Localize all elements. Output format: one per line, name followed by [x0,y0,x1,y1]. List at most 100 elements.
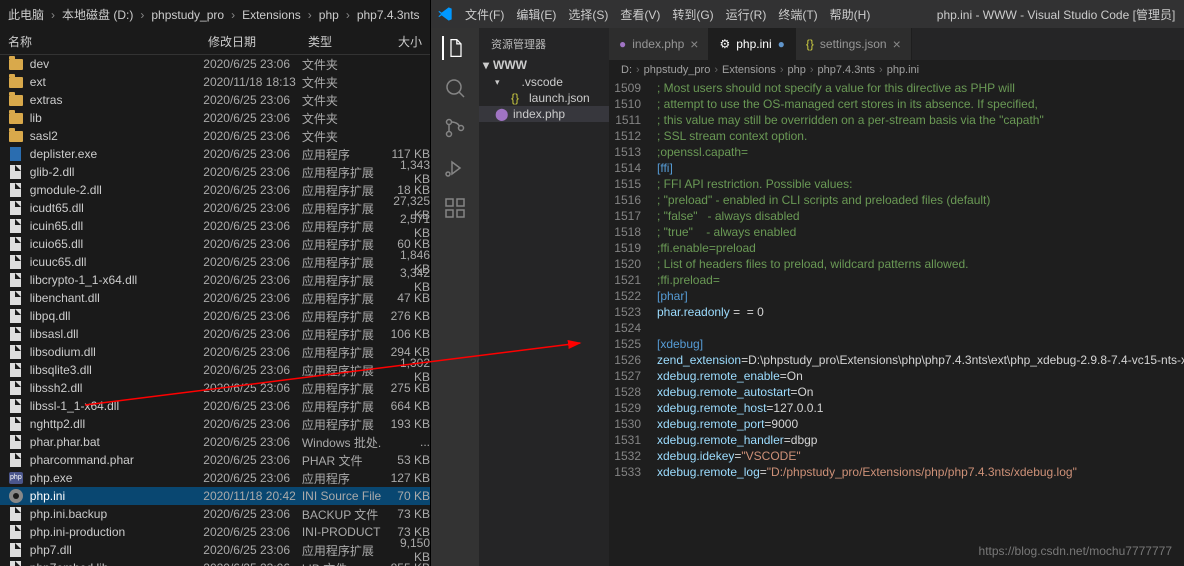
col-date[interactable]: 修改日期 [200,33,300,50]
file-row[interactable]: icuuc65.dll2020/6/25 23:06应用程序扩展1,846 KB [0,253,430,271]
menu-item[interactable]: 文件(F) [459,6,510,23]
file-row[interactable]: icuin65.dll2020/6/25 23:06应用程序扩展2,571 KB [0,217,430,235]
code-line[interactable]: 1526zend_extension=D:\phpstudy_pro\Exten… [609,352,1184,368]
crumb-item[interactable]: php7.4.3nts [818,64,876,76]
file-row[interactable]: icudt65.dll2020/6/25 23:06应用程序扩展27,325 K… [0,199,430,217]
file-row[interactable]: lib2020/6/25 23:06文件夹 [0,109,430,127]
breadcrumb-item[interactable]: phpstudy_pro [151,8,224,22]
code-line[interactable]: 1528xdebug.remote_autostart=On [609,384,1184,400]
code-line[interactable]: 1522[phar] [609,288,1184,304]
file-row[interactable]: phpphp.exe2020/6/25 23:06应用程序127 KB [0,469,430,487]
file-row[interactable]: icuio65.dll2020/6/25 23:06应用程序扩展60 KB [0,235,430,253]
file-row[interactable]: sasl22020/6/25 23:06文件夹 [0,127,430,145]
file-row[interactable]: ext2020/11/18 18:13文件夹 [0,73,430,91]
search-icon[interactable] [443,76,467,100]
file-type: 应用程序扩展 [302,218,381,235]
file-row[interactable]: php.ini.backup2020/6/25 23:06BACKUP 文件73… [0,505,430,523]
menu-item[interactable]: 帮助(H) [824,6,877,23]
editor-breadcrumb[interactable]: D:›phpstudy_pro›Extensions›php›php7.4.3n… [609,60,1184,80]
code-line[interactable]: 1510; attempt to use the OS-managed cert… [609,96,1184,112]
crumb-item[interactable]: php.ini [887,64,919,76]
menu-item[interactable]: 终端(T) [772,6,823,23]
code-line[interactable]: 1518; "true" - always enabled [609,224,1184,240]
file-row[interactable]: gmodule-2.dll2020/6/25 23:06应用程序扩展18 KB [0,181,430,199]
menu-item[interactable]: 选择(S) [562,6,614,23]
editor-tab[interactable]: ●index.php× [609,28,709,60]
code-line[interactable]: 1514[ffi] [609,160,1184,176]
file-row[interactable]: libcrypto-1_1-x64.dll2020/6/25 23:06应用程序… [0,271,430,289]
code-line[interactable]: 1529xdebug.remote_host=127.0.0.1 [609,400,1184,416]
code-line[interactable]: 1517; "false" - always disabled [609,208,1184,224]
code-editor[interactable]: 1509; Most users should not specify a va… [609,80,1184,566]
file-row[interactable]: libpq.dll2020/6/25 23:06应用程序扩展276 KB [0,307,430,325]
col-type[interactable]: 类型 [300,33,380,50]
sidebar-item[interactable]: ⬤index.php [479,106,609,122]
file-row[interactable]: php7.dll2020/6/25 23:06应用程序扩展9,150 KB [0,541,430,559]
file-row[interactable]: php.ini2020/11/18 20:42INI Source File70… [0,487,430,505]
breadcrumb[interactable]: 此电脑›本地磁盘 (D:)›phpstudy_pro›Extensions›ph… [0,0,430,29]
file-row[interactable]: libsqlite3.dll2020/6/25 23:06应用程序扩展1,302… [0,361,430,379]
workspace-root[interactable]: ▾WWW [479,56,609,74]
crumb-item[interactable]: phpstudy_pro [644,64,711,76]
file-row[interactable]: extras2020/6/25 23:06文件夹 [0,91,430,109]
file-row[interactable]: libsasl.dll2020/6/25 23:06应用程序扩展106 KB [0,325,430,343]
column-headers[interactable]: 名称 修改日期 类型 大小 [0,29,430,55]
sidebar-item[interactable]: ▾.vscode [479,74,609,90]
file-row[interactable]: pharcommand.phar2020/6/25 23:06PHAR 文件53… [0,451,430,469]
col-name[interactable]: 名称 [0,33,200,50]
code-line[interactable]: 1516; "preload" - enabled in CLI scripts… [609,192,1184,208]
file-row[interactable]: libsodium.dll2020/6/25 23:06应用程序扩展294 KB [0,343,430,361]
editor-tab[interactable]: {}settings.json× [796,28,912,60]
file-row[interactable]: libenchant.dll2020/6/25 23:06应用程序扩展47 KB [0,289,430,307]
code-line[interactable]: 1530xdebug.remote_port=9000 [609,416,1184,432]
code-line[interactable]: 1509; Most users should not specify a va… [609,80,1184,96]
close-icon[interactable]: × [690,36,698,52]
code-line[interactable]: 1511; this value may still be overridden… [609,112,1184,128]
breadcrumb-item[interactable]: 此电脑 [8,6,44,23]
code-line[interactable]: 1533xdebug.remote_log="D:/phpstudy_pro/E… [609,464,1184,480]
code-line[interactable]: 1519;ffi.enable=preload [609,240,1184,256]
code-line[interactable]: 1525[xdebug] [609,336,1184,352]
file-row[interactable]: php7embed.lib2020/6/25 23:06LIB 文件855 KB [0,559,430,566]
editor-tab[interactable]: ⚙php.ini● [709,28,795,60]
file-row[interactable]: libssh2.dll2020/6/25 23:06应用程序扩展275 KB [0,379,430,397]
breadcrumb-item[interactable]: php7.4.3nts [357,8,420,22]
col-size[interactable]: 大小 [380,33,430,50]
crumb-item[interactable]: php [788,64,806,76]
file-row[interactable]: dev2020/6/25 23:06文件夹 [0,55,430,73]
file-row[interactable]: deplister.exe2020/6/25 23:06应用程序117 KB [0,145,430,163]
menu-item[interactable]: 编辑(E) [510,6,562,23]
sidebar-item[interactable]: {}launch.json [479,90,609,106]
menu-item[interactable]: 转到(G) [666,6,719,23]
menu-item[interactable]: 查看(V) [614,6,666,23]
code-line[interactable]: 1532xdebug.idekey="VSCODE" [609,448,1184,464]
debug-icon[interactable] [443,156,467,180]
code-line[interactable]: 1520; List of headers files to preload, … [609,256,1184,272]
close-icon[interactable]: × [893,36,901,52]
code-line[interactable]: 1513;openssl.capath= [609,144,1184,160]
scm-icon[interactable] [443,116,467,140]
file-date: 2020/6/25 23:06 [203,147,302,161]
file-row[interactable]: nghttp2.dll2020/6/25 23:06应用程序扩展193 KB [0,415,430,433]
code-line[interactable]: 1521;ffi.preload= [609,272,1184,288]
file-row[interactable]: phar.phar.bat2020/6/25 23:06Windows 批处..… [0,433,430,451]
file-row[interactable]: php.ini-production2020/6/25 23:06INI-PRO… [0,523,430,541]
code-line[interactable]: 1523phar.readonly = = 0 [609,304,1184,320]
extensions-icon[interactable] [443,196,467,220]
line-number: 1510 [609,96,657,112]
code-line[interactable]: 1515; FFI API restriction. Possible valu… [609,176,1184,192]
code-line[interactable]: 1524 [609,320,1184,336]
files-icon[interactable] [442,36,466,60]
breadcrumb-item[interactable]: php [319,8,339,22]
file-row[interactable]: libssl-1_1-x64.dll2020/6/25 23:06应用程序扩展6… [0,397,430,415]
code-line[interactable]: 1531xdebug.remote_handler=dbgp [609,432,1184,448]
menu-item[interactable]: 运行(R) [720,6,773,23]
crumb-item[interactable]: D: [621,64,632,76]
breadcrumb-item[interactable]: 本地磁盘 (D:) [62,6,133,23]
code-line[interactable]: 1512; SSL stream context option. [609,128,1184,144]
breadcrumb-item[interactable]: Extensions [242,8,301,22]
file-name: php.ini [30,489,204,503]
crumb-item[interactable]: Extensions [722,64,776,76]
file-row[interactable]: glib-2.dll2020/6/25 23:06应用程序扩展1,343 KB [0,163,430,181]
code-line[interactable]: 1527xdebug.remote_enable=On [609,368,1184,384]
